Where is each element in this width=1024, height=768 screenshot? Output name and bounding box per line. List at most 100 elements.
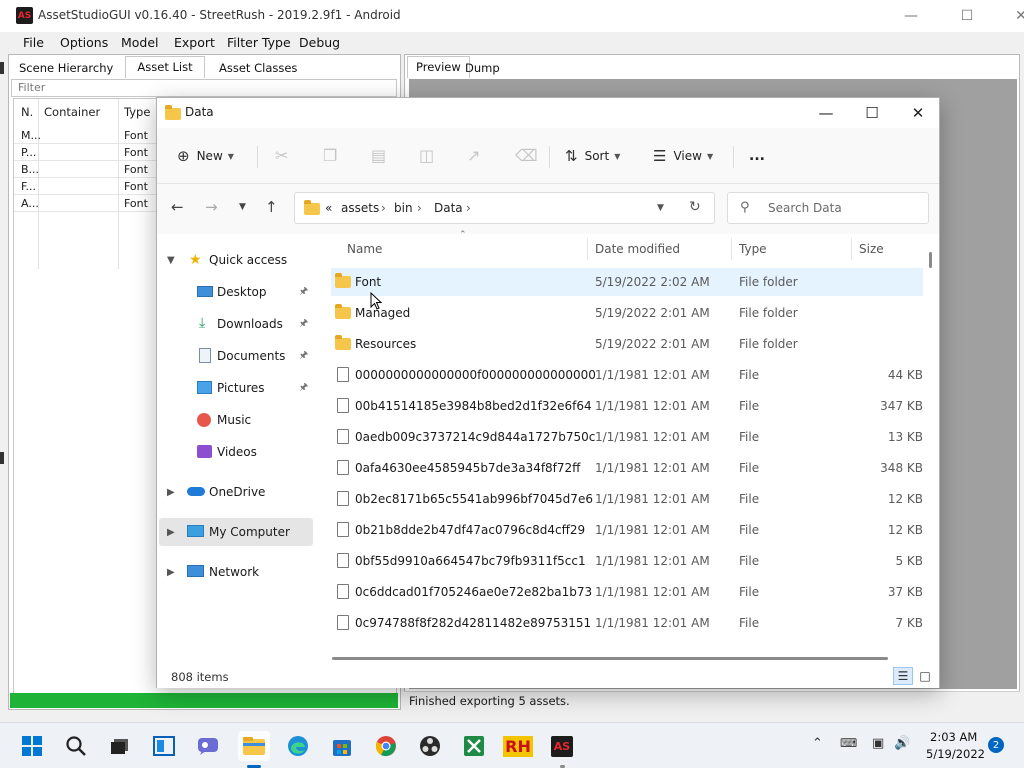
excel-button[interactable] xyxy=(458,731,490,761)
notification-badge[interactable]: 2 xyxy=(988,737,1004,753)
pin-icon[interactable]: 🖈 xyxy=(299,316,308,333)
clock-time[interactable]: 2:03 AM xyxy=(930,730,977,744)
sidebar-item-my-computer[interactable]: ▶ My Computer xyxy=(159,518,313,546)
column-header-type[interactable]: Type xyxy=(739,242,767,256)
list-item[interactable]: 0c974788f8f282d42811482e89753151 1/1/198… xyxy=(331,609,923,637)
column-header-type[interactable]: Type xyxy=(124,105,150,119)
list-item[interactable]: Resources 5/19/2022 2:01 AM File folder xyxy=(331,330,923,358)
tab-scene-hierarchy[interactable]: Scene Hierarchy xyxy=(11,58,121,78)
show-hidden-icons-chevron-icon[interactable]: ⌃ xyxy=(812,736,823,751)
sidebar-item-desktop[interactable]: Desktop 🖈 xyxy=(159,278,313,306)
forward-arrow-icon[interactable]: → xyxy=(205,198,218,216)
more-options-button[interactable]: ... xyxy=(749,144,765,168)
tab-asset-list[interactable]: Asset List xyxy=(125,56,205,78)
list-item[interactable]: Managed 5/19/2022 2:01 AM File folder xyxy=(331,299,923,327)
list-item[interactable]: 00b41514185e3984b8bed2d1f32e6f64 1/1/198… xyxy=(331,392,923,420)
cut-icon[interactable]: ✂ xyxy=(275,146,288,165)
menu-export[interactable]: Export xyxy=(174,35,215,50)
breadcrumb-data[interactable]: Data xyxy=(434,201,463,215)
filter-input[interactable]: Filter xyxy=(11,79,397,97)
sidebar-item-music[interactable]: Music xyxy=(159,406,313,434)
new-button[interactable]: ⊕ New ▼ xyxy=(177,144,234,168)
rh-app-button[interactable]: RH xyxy=(502,731,534,761)
paste-icon[interactable]: ▤ xyxy=(371,146,386,165)
volume-icon[interactable]: 🔊 xyxy=(894,736,910,751)
pin-icon[interactable]: 🖈 xyxy=(299,380,308,397)
pin-icon[interactable]: 🖈 xyxy=(299,284,308,301)
list-item[interactable]: 0b21b8dde2b47df47ac0796c8d4cff29 1/1/198… xyxy=(331,516,923,544)
store-button[interactable] xyxy=(326,731,358,761)
address-history-chevron-icon[interactable]: ▼ xyxy=(657,203,664,213)
display-icon[interactable]: ▣ xyxy=(872,736,884,751)
sidebar-item-downloads[interactable]: ⤓ Downloads 🖈 xyxy=(159,310,313,338)
horizontal-scrollbar[interactable] xyxy=(332,657,888,660)
sidebar-item-onedrive[interactable]: ▶ OneDrive xyxy=(159,478,313,506)
list-item[interactable]: 0aedb009c3737214c9d844a1727b750c 1/1/198… xyxy=(331,423,923,451)
close-button[interactable]: ✕ xyxy=(998,0,1024,32)
task-view-button[interactable] xyxy=(104,731,136,761)
list-item[interactable]: 0afa4630ee4585945b7de3a34f8f72ff 1/1/198… xyxy=(331,454,923,482)
sidebar-item-documents[interactable]: Documents 🖈 xyxy=(159,342,313,370)
back-arrow-icon[interactable]: ← xyxy=(171,198,184,216)
assetstudio-titlebar[interactable]: AS AssetStudioGUI v0.16.40 - StreetRush … xyxy=(0,0,1024,32)
start-button[interactable] xyxy=(16,731,48,761)
sidebar-item-network[interactable]: ▶ Network xyxy=(159,558,313,586)
recent-locations-chevron-icon[interactable]: ▼ xyxy=(239,202,246,212)
column-header-size[interactable]: Size xyxy=(859,242,884,256)
breadcrumb-overflow[interactable]: « xyxy=(325,201,332,215)
sort-button[interactable]: ⇅ Sort ▼ xyxy=(565,144,620,168)
table-row[interactable]: B... Font xyxy=(14,161,174,178)
column-divider[interactable] xyxy=(851,238,852,260)
column-header-container[interactable]: Container xyxy=(44,105,100,119)
list-item[interactable]: 0000000000000000f000000000000000 1/1/198… xyxy=(331,361,923,389)
sidebar-item-quick-access[interactable]: ▼ ★ Quick access xyxy=(159,246,313,274)
table-row[interactable]: F... Font xyxy=(14,178,174,195)
refresh-icon[interactable]: ↻ xyxy=(689,199,701,215)
column-divider[interactable] xyxy=(731,238,732,260)
keyboard-icon[interactable]: ⌨ xyxy=(840,736,857,750)
pin-icon[interactable]: 🖈 xyxy=(299,348,308,365)
search-box[interactable]: ⚲ xyxy=(727,192,929,224)
maximize-button[interactable]: ☐ xyxy=(944,0,990,32)
clock-date[interactable]: 5/19/2022 xyxy=(926,747,985,761)
search-button[interactable] xyxy=(60,731,92,761)
explorer-close-button[interactable]: ✕ xyxy=(895,100,941,126)
list-item[interactable]: 0c6ddcad01f705246ae0e72e82ba1b73 1/1/198… xyxy=(331,578,923,606)
menu-model[interactable]: Model xyxy=(121,35,159,50)
widgets-button[interactable] xyxy=(148,731,180,761)
address-bar[interactable]: « assets › bin › Data › ▼ ↻ xyxy=(294,192,715,224)
list-item[interactable]: 0bf55d9910a664547bc79fb9311f5cc1 1/1/198… xyxy=(331,547,923,575)
menu-options[interactable]: Options xyxy=(60,35,108,50)
explorer-titlebar[interactable]: Data — ☐ ✕ xyxy=(157,98,939,128)
list-item[interactable]: Font 5/19/2022 2:02 AM File folder xyxy=(331,268,923,296)
explorer-maximize-button[interactable]: ☐ xyxy=(849,100,895,126)
column-divider[interactable] xyxy=(587,238,588,260)
minimize-button[interactable]: — xyxy=(888,0,934,32)
rename-icon[interactable]: ◫ xyxy=(419,146,434,165)
tab-dump[interactable]: Dump xyxy=(457,58,508,78)
breadcrumb-assets[interactable]: assets xyxy=(341,201,379,215)
copy-icon[interactable]: ❐ xyxy=(323,146,337,165)
details-view-button[interactable]: ☰ xyxy=(893,667,913,685)
column-header-date-modified[interactable]: Date modified xyxy=(595,242,680,256)
search-input[interactable] xyxy=(768,199,918,217)
file-explorer-taskbar-button[interactable] xyxy=(238,731,270,761)
explorer-minimize-button[interactable]: — xyxy=(803,100,849,126)
chrome-button[interactable] xyxy=(370,731,402,761)
vertical-scrollbar[interactable] xyxy=(929,252,932,268)
view-button[interactable]: ☰ View ▼ xyxy=(653,144,713,168)
delete-icon[interactable]: ⌫ xyxy=(515,146,538,165)
up-arrow-icon[interactable]: ↑ xyxy=(265,198,278,216)
table-row[interactable]: P... Font xyxy=(14,144,174,161)
sidebar-item-pictures[interactable]: Pictures 🖈 xyxy=(159,374,313,402)
sidebar-item-videos[interactable]: Videos xyxy=(159,438,313,466)
share-icon[interactable]: ↗ xyxy=(467,146,480,165)
table-row[interactable]: A... Font xyxy=(14,195,174,212)
tab-asset-classes[interactable]: Asset Classes xyxy=(211,58,305,78)
breadcrumb-bin[interactable]: bin xyxy=(394,201,413,215)
menu-file[interactable]: File xyxy=(23,35,44,50)
assetstudio-taskbar-button[interactable]: AS xyxy=(546,731,578,761)
tiles-view-button[interactable]: □ xyxy=(915,667,935,685)
teams-chat-button[interactable] xyxy=(192,731,224,761)
table-row[interactable]: M... Font xyxy=(14,127,174,144)
